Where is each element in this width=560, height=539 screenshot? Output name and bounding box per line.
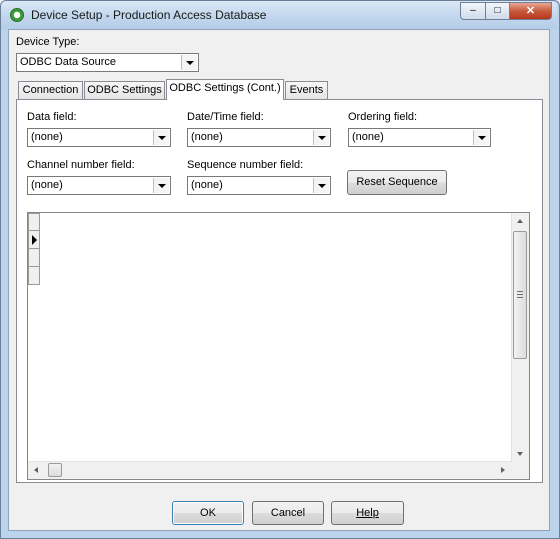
tab-events[interactable]: Events (285, 81, 328, 99)
ordering-field-value: (none) (352, 131, 384, 143)
tab-odbc-settings-cont[interactable]: ODBC Settings (Cont.) (166, 79, 284, 100)
current-row-arrow-icon (32, 235, 37, 245)
scroll-left-arrow-icon[interactable] (34, 467, 38, 473)
scrollbar-corner (512, 462, 529, 479)
row-header[interactable] (28, 213, 40, 231)
data-field-value: (none) (31, 131, 63, 143)
sequence-number-field-label: Sequence number field: (187, 159, 304, 171)
reset-sequence-button[interactable]: Reset Sequence (347, 170, 447, 195)
row-header[interactable] (28, 249, 40, 267)
ok-button[interactable]: OK (172, 501, 244, 525)
channel-number-field-value: (none) (31, 179, 63, 191)
data-field-label: Data field: (27, 111, 77, 123)
sequence-number-field-value: (none) (191, 179, 223, 191)
scroll-down-arrow-icon[interactable] (517, 452, 523, 456)
tab-connection[interactable]: Connection (18, 81, 83, 99)
data-field-select[interactable]: (none) (27, 128, 171, 147)
device-type-value: ODBC Data Source (20, 56, 116, 68)
row-header[interactable] (28, 267, 40, 285)
horizontal-scrollbar[interactable] (28, 461, 512, 479)
channel-number-field-label: Channel number field: (27, 159, 135, 171)
device-type-select[interactable]: ODBC Data Source (16, 53, 199, 72)
datetime-field-value: (none) (191, 131, 223, 143)
data-grid[interactable] (27, 212, 530, 480)
ordering-field-label: Ordering field: (348, 111, 418, 123)
vertical-scroll-thumb[interactable] (513, 231, 527, 359)
close-button[interactable]: ✕ (509, 2, 552, 20)
device-type-label: Device Type: (16, 36, 80, 48)
vertical-scrollbar[interactable] (511, 213, 529, 463)
maximize-button[interactable]: □ (485, 2, 510, 20)
minimize-button[interactable]: – (460, 2, 486, 20)
datetime-field-select[interactable]: (none) (187, 128, 331, 147)
chevron-down-icon[interactable] (313, 130, 329, 145)
scroll-up-arrow-icon[interactable] (517, 219, 523, 223)
datetime-field-label: Date/Time field: (187, 111, 264, 123)
app-icon (10, 8, 24, 22)
scroll-right-arrow-icon[interactable] (501, 467, 505, 473)
title-bar[interactable]: Device Setup - Production Access Databas… (1, 1, 557, 29)
chevron-down-icon[interactable] (313, 178, 329, 193)
row-header-current[interactable] (28, 231, 40, 249)
channel-number-field-select[interactable]: (none) (27, 176, 171, 195)
grip-icon (517, 291, 523, 298)
window-title: Device Setup - Production Access Databas… (31, 8, 267, 22)
chevron-down-icon[interactable] (473, 130, 489, 145)
tab-odbc-settings[interactable]: ODBC Settings (84, 81, 165, 99)
chevron-down-icon[interactable] (153, 178, 169, 193)
chevron-down-icon[interactable] (181, 55, 197, 70)
ordering-field-select[interactable]: (none) (348, 128, 491, 147)
sequence-number-field-select[interactable]: (none) (187, 176, 331, 195)
help-button[interactable]: Help (331, 501, 404, 525)
chevron-down-icon[interactable] (153, 130, 169, 145)
cancel-button[interactable]: Cancel (252, 501, 324, 525)
horizontal-scroll-thumb[interactable] (48, 463, 62, 477)
